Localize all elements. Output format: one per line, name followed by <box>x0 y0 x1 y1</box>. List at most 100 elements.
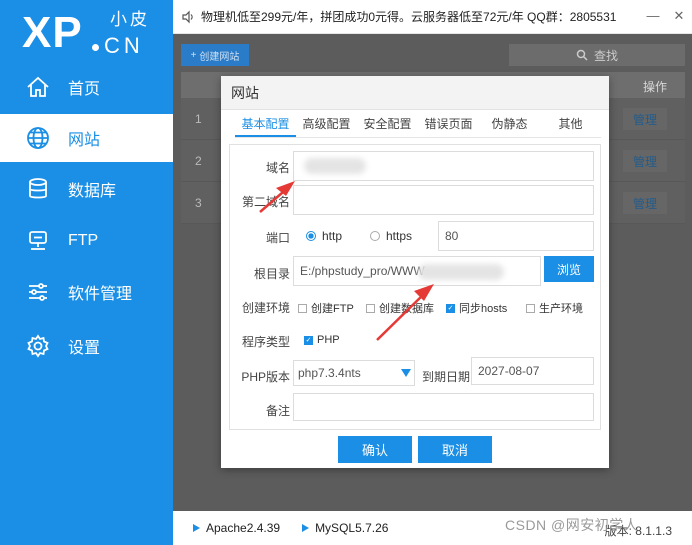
port-label: 端口 <box>265 231 290 245</box>
dialog-title: 网站 <box>221 76 609 110</box>
row-number: 2 <box>195 154 202 168</box>
search-icon <box>576 49 588 61</box>
http-radio[interactable]: http <box>306 229 342 243</box>
tab-basic[interactable]: 基本配置 <box>235 112 296 137</box>
checkbox-unchecked-icon <box>298 303 307 313</box>
close-icon[interactable]: ✕ <box>672 9 686 23</box>
sidebar-item-software[interactable]: 软件管理 <box>0 268 173 316</box>
speaker-icon <box>182 10 193 23</box>
basic-config-form: 域名 第二域名 端口 http https 80 根目录 E:/phpstudy… <box>229 144 601 430</box>
window-controls: — ✕ <box>646 9 686 23</box>
php-version-label: PHP版本 <box>241 370 290 384</box>
root-dir-input[interactable]: E:/phpstudy_pro/WWW <box>293 256 541 286</box>
start-icon <box>302 524 310 532</box>
create-ftp-checkbox[interactable]: 创建FTP <box>298 300 354 316</box>
php-checkbox[interactable]: ✓ PHP <box>304 334 340 346</box>
tab-security[interactable]: 安全配置 <box>357 112 418 137</box>
expiry-label: 到期日期 <box>421 370 470 384</box>
plus-icon: + <box>190 49 197 61</box>
tab-error-pages[interactable]: 错误页面 <box>418 112 479 137</box>
http-label: http <box>322 229 343 243</box>
dialog-tabs: 基本配置 高级配置 安全配置 错误页面 伪静态 其他 <box>235 112 601 138</box>
checkbox-unchecked-icon <box>526 303 535 313</box>
apache-service[interactable]: Apache2.4.39 <box>193 521 280 535</box>
checkbox-checked-icon: ✓ <box>446 303 455 313</box>
row-number: 1 <box>195 112 202 126</box>
mysql-service[interactable]: MySQL5.7.26 <box>302 521 388 535</box>
sidebar-item-settings[interactable]: 设置 <box>0 322 173 370</box>
second-domain-input[interactable] <box>293 185 594 215</box>
create-ftp-label: 创建FTP <box>311 303 354 315</box>
xp-logo: XP 小皮 CN <box>22 8 162 58</box>
production-checkbox[interactable]: 生产环境 <box>526 300 583 316</box>
redacted-path <box>418 264 504 280</box>
home-icon <box>24 73 52 101</box>
env-label: 创建环境 <box>241 301 290 315</box>
watermark: CSDN @网安初学人 <box>505 517 639 533</box>
cancel-button[interactable]: 取消 <box>418 436 492 463</box>
sidebar-item-database[interactable]: 数据库 <box>0 165 173 213</box>
sidebar-item-website[interactable]: 网站 <box>0 114 173 162</box>
database-icon <box>24 175 52 203</box>
https-label: https <box>386 229 413 243</box>
sidebar-item-label: 数据库 <box>68 183 117 200</box>
port-input[interactable]: 80 <box>438 221 594 251</box>
search-button[interactable]: 查找 <box>509 44 685 66</box>
checkbox-unchecked-icon <box>366 303 375 313</box>
note-label: 备注 <box>265 404 290 418</box>
create-website-label: 创建网站 <box>199 51 240 63</box>
globe-icon <box>24 124 52 152</box>
sidebar-item-label: 网站 <box>68 132 101 149</box>
minimize-icon[interactable]: — <box>646 9 660 23</box>
tab-advanced[interactable]: 高级配置 <box>296 112 357 137</box>
logo-dot <box>92 44 99 51</box>
manage-button[interactable]: 管理 <box>623 108 667 130</box>
program-type-label: 程序类型 <box>241 335 290 349</box>
sync-hosts-label: 同步hosts <box>459 303 508 315</box>
website-dialog: 网站 基本配置 高级配置 安全配置 错误页面 伪静态 其他 域名 第二域名 端口… <box>221 76 609 468</box>
root-label: 根目录 <box>253 267 290 281</box>
manage-button[interactable]: 管理 <box>623 150 667 172</box>
logo-xp: XP <box>22 8 83 57</box>
sidebar: XP 小皮 CN 首页 网站 数据库 FTP 软件管理 设置 <box>0 0 173 545</box>
sync-hosts-checkbox[interactable]: ✓ 同步hosts <box>446 300 507 316</box>
php-label: PHP <box>317 334 340 346</box>
logo-cn: CN <box>104 33 144 58</box>
domain-input[interactable] <box>293 151 594 181</box>
gear-icon <box>24 332 52 360</box>
root-dir-value: E:/phpstudy_pro/WWW <box>300 264 425 278</box>
notice-bar: 物理机低至299元/年，拼团成功0元得。云服务器低至72元/年 QQ群：2805… <box>173 0 692 34</box>
create-website-button[interactable]: + 创建网站 <box>181 44 249 66</box>
notice-text: 物理机低至299元/年，拼团成功0元得。云服务器低至72元/年 QQ群：2805… <box>201 10 617 24</box>
sidebar-item-label: 设置 <box>68 340 101 357</box>
sidebar-item-ftp[interactable]: FTP <box>0 217 173 265</box>
radio-unchecked-icon <box>370 231 380 241</box>
sliders-icon <box>24 278 52 306</box>
search-label: 查找 <box>593 48 618 63</box>
sidebar-item-label: FTP <box>68 232 99 249</box>
second-domain-label: 第二域名 <box>241 195 290 209</box>
php-version-select[interactable]: php7.3.4nts <box>293 360 415 386</box>
https-radio[interactable]: https <box>370 229 412 243</box>
sidebar-item-home[interactable]: 首页 <box>0 63 173 111</box>
note-input[interactable] <box>293 393 594 421</box>
redacted-domain <box>304 158 366 174</box>
radio-checked-icon <box>306 231 316 241</box>
browse-button[interactable]: 浏览 <box>544 256 594 282</box>
logo-xiaopi: 小皮 <box>110 10 150 29</box>
create-db-label: 创建数据库 <box>379 303 434 315</box>
ftp-icon <box>24 227 52 255</box>
row-number: 3 <box>195 196 202 210</box>
tab-rewrite[interactable]: 伪静态 <box>479 112 540 137</box>
mysql-label: MySQL5.7.26 <box>315 521 389 535</box>
create-db-checkbox[interactable]: 创建数据库 <box>366 300 434 316</box>
expiry-input[interactable]: 2027-08-07 <box>471 357 594 385</box>
checkbox-checked-icon: ✓ <box>304 335 313 345</box>
start-icon <box>193 524 200 532</box>
domain-label: 域名 <box>265 161 290 175</box>
manage-button[interactable]: 管理 <box>623 192 667 214</box>
php-version-value: php7.3.4nts <box>298 366 361 380</box>
production-label: 生产环境 <box>539 303 583 315</box>
confirm-button[interactable]: 确认 <box>338 436 412 463</box>
tab-other[interactable]: 其他 <box>540 112 601 137</box>
